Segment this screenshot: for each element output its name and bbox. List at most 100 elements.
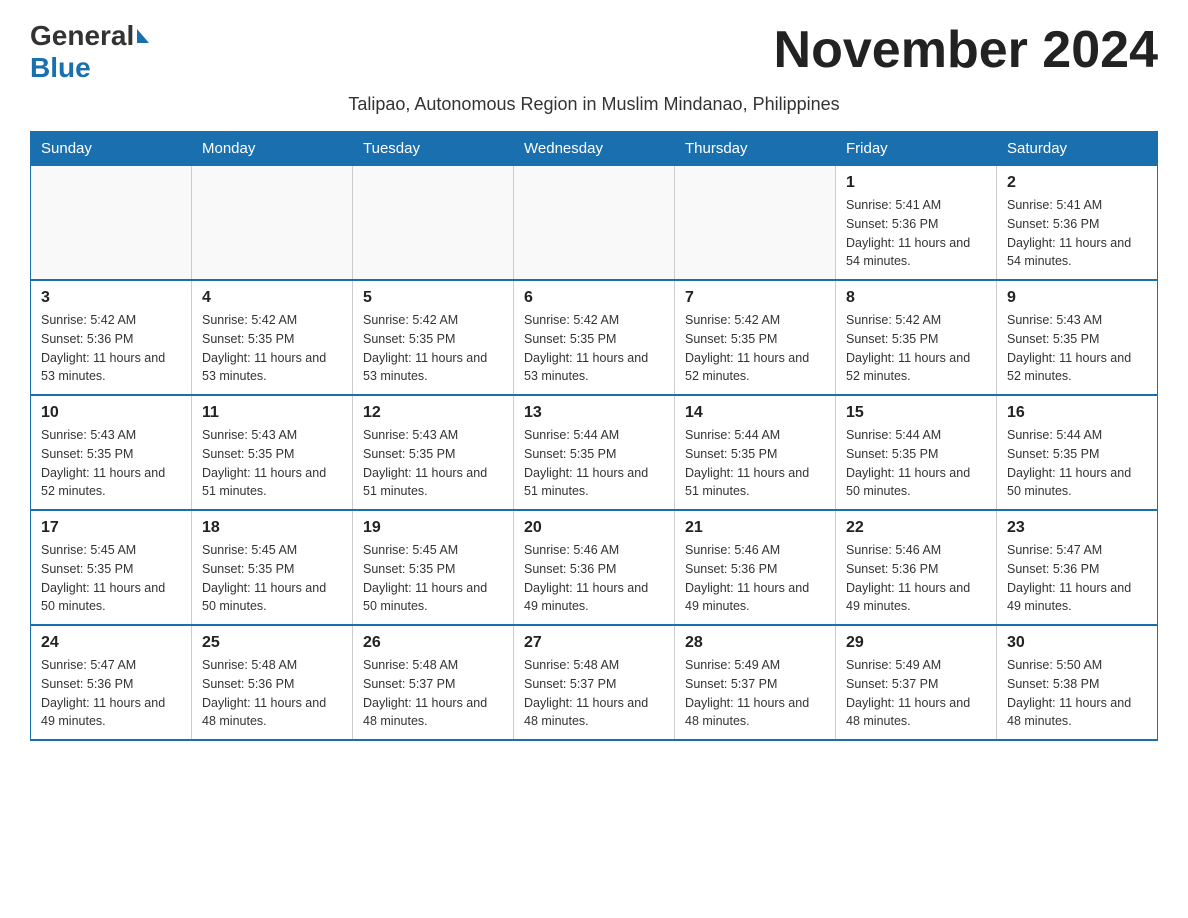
day-number: 16 [1007,404,1147,422]
day-info: Sunrise: 5:42 AM Sunset: 5:35 PM Dayligh… [685,311,825,386]
day-number: 14 [685,404,825,422]
calendar-cell: 17Sunrise: 5:45 AM Sunset: 5:35 PM Dayli… [31,510,192,625]
day-info: Sunrise: 5:43 AM Sunset: 5:35 PM Dayligh… [1007,311,1147,386]
calendar-cell [514,166,675,281]
calendar-header-thursday: Thursday [675,132,836,166]
day-number: 23 [1007,519,1147,537]
day-number: 21 [685,519,825,537]
calendar-cell: 7 Sunrise: 5:42 AM Sunset: 5:35 PM Daylig… [675,280,836,395]
day-number: 5 [363,289,503,307]
day-info: Sunrise: 5:47 AM Sunset: 5:36 PM Dayligh… [1007,541,1147,616]
calendar-cell [353,166,514,281]
calendar-cell: 5 Sunrise: 5:42 AM Sunset: 5:35 PM Daylig… [353,280,514,395]
day-number: 19 [363,519,503,537]
day-number: 9 [1007,289,1147,307]
day-info: Sunrise: 5:48 AM Sunset: 5:36 PM Dayligh… [202,656,342,731]
calendar-cell: 22 Sunrise: 5:46 AM Sunset: 5:36 PM Dayli… [836,510,997,625]
day-number: 4 [202,289,342,307]
logo: General Blue [30,20,149,84]
calendar-header-tuesday: Tuesday [353,132,514,166]
day-number: 26 [363,634,503,652]
day-number: 12 [363,404,503,422]
calendar-header-row: SundayMondayTuesdayWednesdayThursdayFrid… [31,132,1158,166]
calendar-cell: 21 Sunrise: 5:46 AM Sunset: 5:36 PM Dayli… [675,510,836,625]
page-title: November 2024 [774,20,1158,80]
calendar-cell: 28 Sunrise: 5:49 AM Sunset: 5:37 PM Dayli… [675,625,836,740]
day-info: Sunrise: 5:42 AM Sunset: 5:35 PM Dayligh… [524,311,664,386]
day-info: Sunrise: 5:43 AM Sunset: 5:35 PM Dayligh… [41,426,181,501]
page-subtitle: Talipao, Autonomous Region in Muslim Min… [30,94,1158,115]
calendar-cell: 25Sunrise: 5:48 AM Sunset: 5:36 PM Dayli… [192,625,353,740]
calendar-header-friday: Friday [836,132,997,166]
calendar-week-row: 17Sunrise: 5:45 AM Sunset: 5:35 PM Dayli… [31,510,1158,625]
calendar-cell [192,166,353,281]
day-info: Sunrise: 5:45 AM Sunset: 5:35 PM Dayligh… [363,541,503,616]
day-info: Sunrise: 5:41 AM Sunset: 5:36 PM Dayligh… [846,196,986,271]
day-number: 7 [685,289,825,307]
day-info: Sunrise: 5:46 AM Sunset: 5:36 PM Dayligh… [846,541,986,616]
calendar-cell: 2 Sunrise: 5:41 AM Sunset: 5:36 PM Daylig… [997,166,1158,281]
calendar-cell: 29 Sunrise: 5:49 AM Sunset: 5:37 PM Dayli… [836,625,997,740]
day-number: 27 [524,634,664,652]
day-info: Sunrise: 5:42 AM Sunset: 5:35 PM Dayligh… [202,311,342,386]
calendar-cell: 19 Sunrise: 5:45 AM Sunset: 5:35 PM Dayli… [353,510,514,625]
calendar-week-row: 1 Sunrise: 5:41 AM Sunset: 5:36 PM Daylig… [31,166,1158,281]
calendar-cell: 23 Sunrise: 5:47 AM Sunset: 5:36 PM Dayli… [997,510,1158,625]
day-info: Sunrise: 5:43 AM Sunset: 5:35 PM Dayligh… [363,426,503,501]
day-info: Sunrise: 5:42 AM Sunset: 5:35 PM Dayligh… [846,311,986,386]
day-number: 8 [846,289,986,307]
day-number: 13 [524,404,664,422]
day-number: 3 [41,289,181,307]
day-info: Sunrise: 5:42 AM Sunset: 5:35 PM Dayligh… [363,311,503,386]
day-info: Sunrise: 5:49 AM Sunset: 5:37 PM Dayligh… [846,656,986,731]
day-number: 2 [1007,174,1147,192]
day-number: 6 [524,289,664,307]
calendar-cell: 10 Sunrise: 5:43 AM Sunset: 5:35 PM Dayli… [31,395,192,510]
day-info: Sunrise: 5:44 AM Sunset: 5:35 PM Dayligh… [846,426,986,501]
day-number: 22 [846,519,986,537]
day-info: Sunrise: 5:49 AM Sunset: 5:37 PM Dayligh… [685,656,825,731]
day-number: 10 [41,404,181,422]
day-number: 29 [846,634,986,652]
calendar-week-row: 10 Sunrise: 5:43 AM Sunset: 5:35 PM Dayli… [31,395,1158,510]
day-number: 24 [41,634,181,652]
day-info: Sunrise: 5:44 AM Sunset: 5:35 PM Dayligh… [524,426,664,501]
calendar-cell: 27Sunrise: 5:48 AM Sunset: 5:37 PM Dayli… [514,625,675,740]
calendar-cell: 6 Sunrise: 5:42 AM Sunset: 5:35 PM Daylig… [514,280,675,395]
day-info: Sunrise: 5:43 AM Sunset: 5:35 PM Dayligh… [202,426,342,501]
calendar-cell: 11 Sunrise: 5:43 AM Sunset: 5:35 PM Dayli… [192,395,353,510]
day-info: Sunrise: 5:45 AM Sunset: 5:35 PM Dayligh… [202,541,342,616]
day-info: Sunrise: 5:45 AM Sunset: 5:35 PM Dayligh… [41,541,181,616]
calendar-cell: 1 Sunrise: 5:41 AM Sunset: 5:36 PM Daylig… [836,166,997,281]
day-info: Sunrise: 5:46 AM Sunset: 5:36 PM Dayligh… [685,541,825,616]
day-number: 1 [846,174,986,192]
calendar-header-saturday: Saturday [997,132,1158,166]
calendar-cell: 9 Sunrise: 5:43 AM Sunset: 5:35 PM Daylig… [997,280,1158,395]
calendar-cell [675,166,836,281]
calendar-cell: 13 Sunrise: 5:44 AM Sunset: 5:35 PM Dayli… [514,395,675,510]
calendar-cell: 8 Sunrise: 5:42 AM Sunset: 5:35 PM Daylig… [836,280,997,395]
day-number: 18 [202,519,342,537]
day-info: Sunrise: 5:48 AM Sunset: 5:37 PM Dayligh… [363,656,503,731]
day-number: 28 [685,634,825,652]
logo-blue-text: Blue [30,52,149,84]
calendar-cell: 4 Sunrise: 5:42 AM Sunset: 5:35 PM Daylig… [192,280,353,395]
calendar-table: SundayMondayTuesdayWednesdayThursdayFrid… [30,131,1158,741]
day-number: 30 [1007,634,1147,652]
calendar-cell: 24 Sunrise: 5:47 AM Sunset: 5:36 PM Dayli… [31,625,192,740]
calendar-cell: 14 Sunrise: 5:44 AM Sunset: 5:35 PM Dayli… [675,395,836,510]
day-info: Sunrise: 5:46 AM Sunset: 5:36 PM Dayligh… [524,541,664,616]
day-info: Sunrise: 5:44 AM Sunset: 5:35 PM Dayligh… [685,426,825,501]
day-info: Sunrise: 5:41 AM Sunset: 5:36 PM Dayligh… [1007,196,1147,271]
calendar-header-monday: Monday [192,132,353,166]
calendar-cell: 15 Sunrise: 5:44 AM Sunset: 5:35 PM Dayli… [836,395,997,510]
calendar-week-row: 3Sunrise: 5:42 AM Sunset: 5:36 PM Daylig… [31,280,1158,395]
logo-general-text: General [30,20,134,52]
day-info: Sunrise: 5:47 AM Sunset: 5:36 PM Dayligh… [41,656,181,731]
logo-arrow-icon [137,29,149,43]
day-number: 11 [202,404,342,422]
calendar-cell: 30Sunrise: 5:50 AM Sunset: 5:38 PM Dayli… [997,625,1158,740]
calendar-week-row: 24 Sunrise: 5:47 AM Sunset: 5:36 PM Dayli… [31,625,1158,740]
day-number: 15 [846,404,986,422]
day-info: Sunrise: 5:44 AM Sunset: 5:35 PM Dayligh… [1007,426,1147,501]
